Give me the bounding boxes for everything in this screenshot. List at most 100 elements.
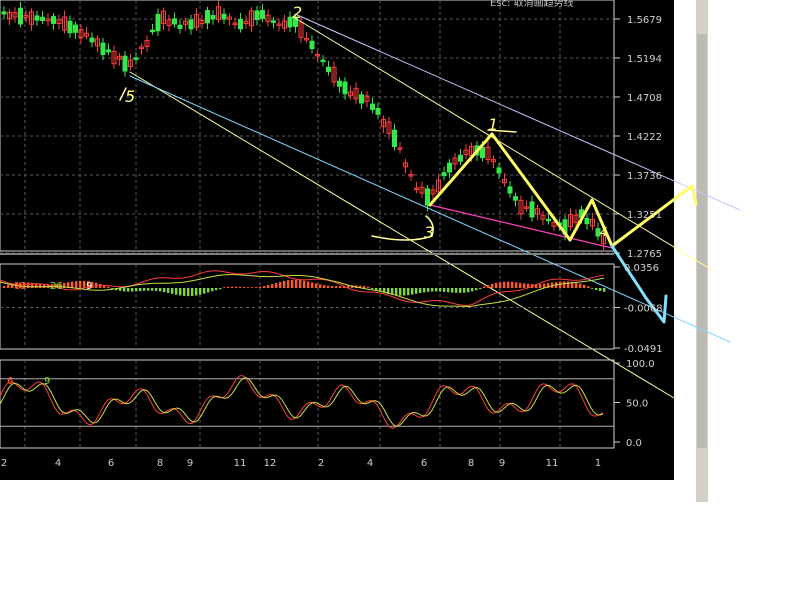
candle-body xyxy=(51,16,56,24)
price-tick-label: 1.3251 xyxy=(627,210,662,221)
macd-bar xyxy=(311,282,314,288)
macd-bar xyxy=(563,281,566,288)
x-tick-label: 2 xyxy=(1,458,7,469)
candle-body xyxy=(546,218,551,222)
macd-param-fast: 12 xyxy=(14,281,27,292)
macd-bar xyxy=(199,288,202,295)
x-tick-label: 8 xyxy=(157,458,163,469)
macd-bar xyxy=(263,286,266,288)
macd-bar xyxy=(371,288,374,290)
macd-param-signal: 9 xyxy=(86,281,92,292)
x-tick-label: 4 xyxy=(55,458,61,469)
annotation-label-3: 3 xyxy=(424,223,434,242)
candle-body xyxy=(100,42,106,55)
macd-bar xyxy=(155,288,158,291)
candle-body xyxy=(210,15,216,20)
candle-body xyxy=(260,9,265,19)
macd-bar xyxy=(431,288,434,292)
candle-body xyxy=(67,20,73,34)
macd-bar xyxy=(143,288,146,291)
macd-bar xyxy=(79,280,82,288)
macd-bar xyxy=(295,279,298,288)
annotation-label-5: 5 xyxy=(125,87,135,106)
macd-bar xyxy=(587,286,590,288)
scrollbar-thumb[interactable] xyxy=(697,34,707,448)
candle-body xyxy=(89,37,95,43)
header-caption: Esc: 取消画趋势线 xyxy=(490,0,574,9)
macd-bar xyxy=(403,288,406,296)
macd-bar xyxy=(499,282,502,288)
macd-bar xyxy=(283,280,286,288)
macd-bar xyxy=(471,288,474,292)
macd-param-slow: 26 xyxy=(50,281,63,292)
kdj-param-k: 6 xyxy=(7,376,13,387)
macd-tick-label: 0.0356 xyxy=(624,263,659,274)
macd-bar xyxy=(239,286,242,288)
candle-body xyxy=(320,59,326,63)
x-tick-label: 11 xyxy=(234,458,247,469)
kdj-tick-label: 100.0 xyxy=(626,359,655,370)
macd-bar xyxy=(235,286,238,288)
macd-bar xyxy=(591,288,594,289)
price-tick-label: 1.5679 xyxy=(627,15,662,26)
candle-body xyxy=(150,29,155,33)
candle-body xyxy=(375,107,381,115)
candle-body xyxy=(326,66,331,73)
price-tick-label: 1.3736 xyxy=(627,171,662,182)
macd-bar xyxy=(75,281,78,288)
candle-body xyxy=(480,146,485,159)
candle-body xyxy=(441,172,447,177)
candle-body xyxy=(238,18,243,30)
macd-bar xyxy=(435,288,438,292)
candle-body xyxy=(133,57,139,60)
candle-body xyxy=(392,129,397,147)
macd-bar xyxy=(211,288,214,292)
price-tick-label: 1.4708 xyxy=(627,93,662,104)
macd-bar xyxy=(363,286,366,288)
candle-body xyxy=(425,188,430,206)
macd-bar xyxy=(139,288,142,292)
price-tick-label: 1.5194 xyxy=(627,54,662,65)
macd-bar xyxy=(275,282,278,288)
macd-tick-label: -0.0491 xyxy=(624,344,663,355)
annotation-label-2: 2 xyxy=(292,3,302,22)
x-tick-label: 12 xyxy=(264,458,277,469)
macd-bar xyxy=(183,288,186,296)
macd-bar xyxy=(251,287,254,288)
macd-bar xyxy=(523,283,526,288)
x-tick-label: 6 xyxy=(108,458,114,469)
annotation-label-4: 4 xyxy=(600,225,608,239)
macd-bar xyxy=(255,287,258,288)
macd-bar xyxy=(219,288,222,290)
macd-bar xyxy=(159,288,162,292)
macd-bar xyxy=(399,288,402,296)
macd-bar xyxy=(395,288,398,296)
macd-bar xyxy=(579,283,582,288)
candle-body xyxy=(447,162,452,173)
macd-tick-label: -0.0068 xyxy=(624,304,663,315)
macd-bar xyxy=(207,288,210,293)
macd-bar xyxy=(279,281,282,288)
macd-bar xyxy=(463,288,466,293)
macd-bar xyxy=(259,286,262,288)
candle-body xyxy=(106,49,111,53)
candle-body xyxy=(271,20,276,23)
macd-bar xyxy=(483,286,486,288)
x-tick-label: 1 xyxy=(595,458,601,469)
macd-bar xyxy=(447,288,450,293)
macd-bar xyxy=(231,286,234,288)
macd-bar xyxy=(147,288,150,291)
candle-body xyxy=(73,24,78,33)
macd-bar xyxy=(575,282,578,288)
macd-bar xyxy=(307,281,310,288)
candle-body xyxy=(458,154,463,162)
macd-bar xyxy=(495,282,498,288)
macd-bar xyxy=(515,282,518,288)
macd-bar xyxy=(287,280,290,288)
candle-body xyxy=(122,55,128,72)
candle-body xyxy=(188,19,194,30)
x-tick-label: 11 xyxy=(546,458,559,469)
macd-bar xyxy=(423,288,426,293)
macd-bar xyxy=(595,288,598,291)
candle-body xyxy=(40,16,45,22)
